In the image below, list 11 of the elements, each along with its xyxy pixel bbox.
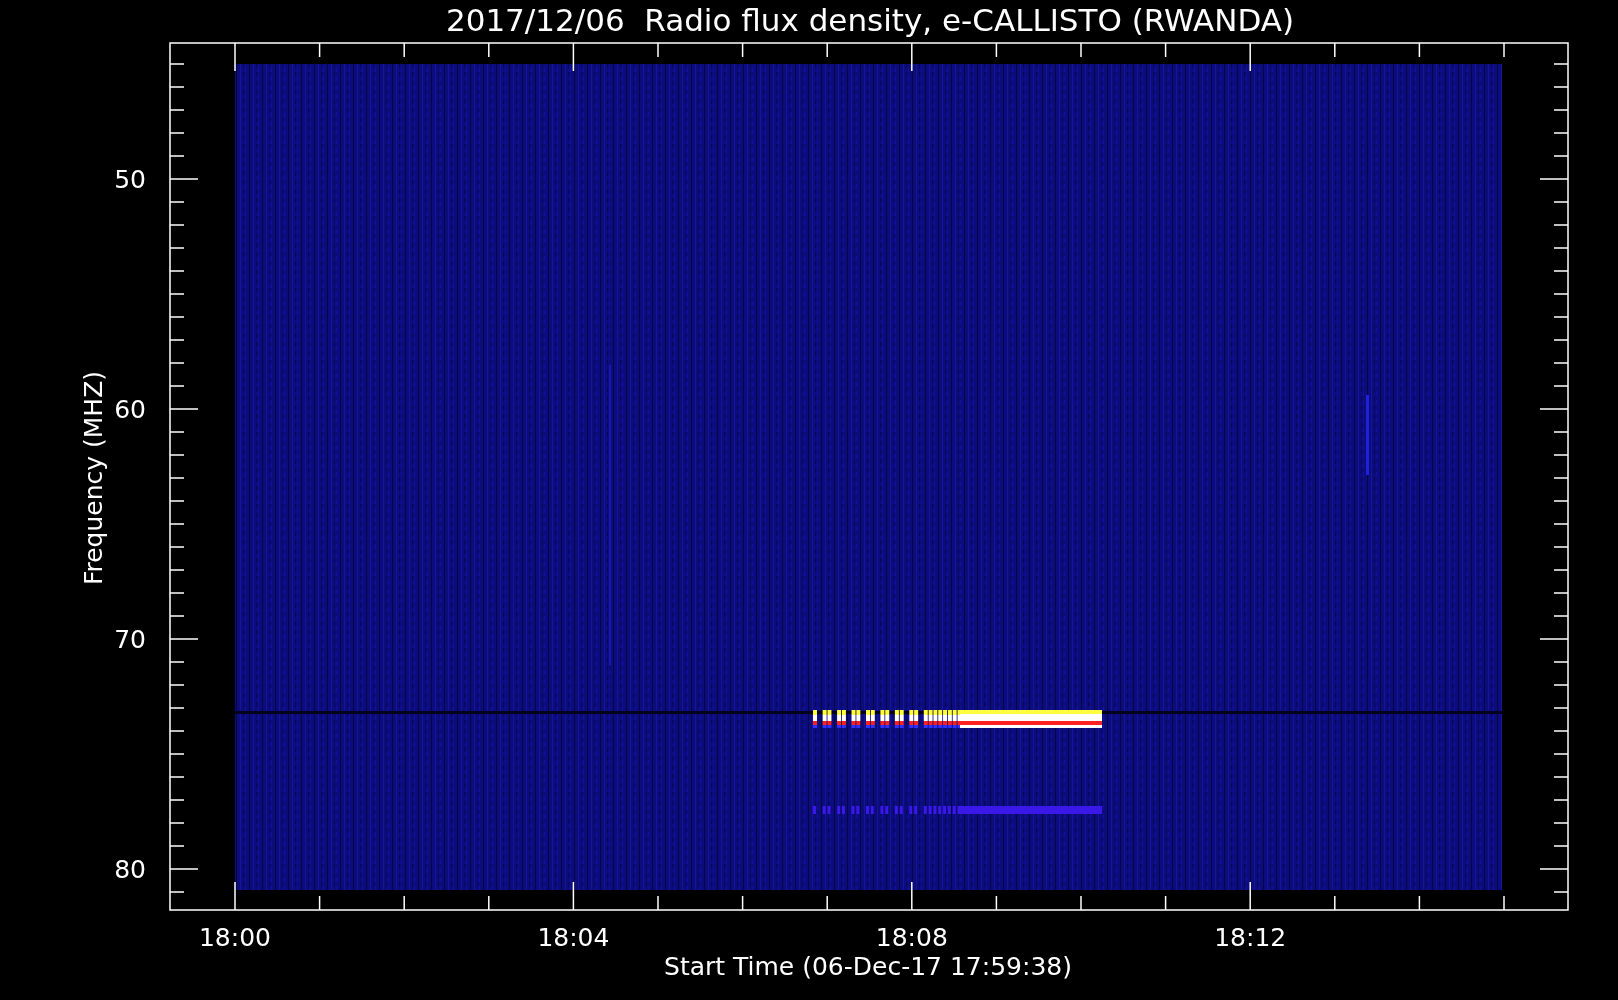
y-tick-label: 50 (114, 165, 146, 194)
x-tick-label: 18:04 (537, 923, 610, 952)
y-tick-label: 60 (114, 395, 146, 424)
x-axis-label: Start Time (06-Dec-17 17:59:38) (664, 952, 1072, 981)
chart-title: 2017/12/06 Radio flux density, e-CALLISTO (RWANDA) (445, 2, 1295, 38)
x-tick-label: 18:08 (875, 923, 948, 952)
x-tick-label: 18:00 (199, 923, 271, 952)
x-tick-label: 18:12 (1214, 923, 1287, 952)
y-tick-label: 80 (114, 855, 146, 884)
y-axis-label: Frequency (MHZ) (79, 370, 108, 586)
y-tick-label: 70 (114, 625, 146, 654)
